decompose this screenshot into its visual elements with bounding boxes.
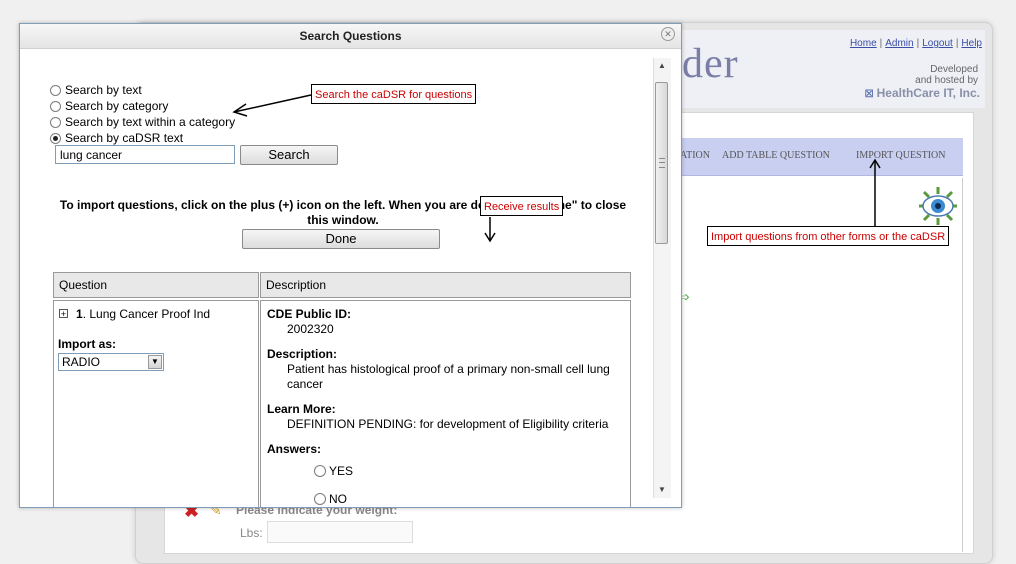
- brand-x-icon: ☒: [864, 89, 874, 100]
- radio-button-icon[interactable]: [50, 116, 61, 128]
- plus-add-icon[interactable]: +: [59, 309, 68, 319]
- nav-item-import-question[interactable]: IMPORT QUESTION: [856, 150, 946, 161]
- chevron-down-icon[interactable]: ▼: [148, 355, 162, 369]
- question-text: Lung Cancer Proof Ind: [89, 307, 211, 321]
- hosted-line-1: Developed: [930, 64, 978, 75]
- nav-item-add-table-question[interactable]: ADD TABLE QUESTION: [722, 150, 830, 161]
- radio-label: Search by caDSR text: [65, 131, 184, 145]
- import-as-value: RADIO: [62, 355, 101, 369]
- scroll-down-icon[interactable]: ▼: [656, 484, 668, 496]
- learn-more-label: Learn More:: [267, 402, 336, 416]
- callout-receive-results: Receive results: [480, 196, 564, 216]
- hosted-by-text: Developed and hosted by: [915, 64, 978, 86]
- nav-item-partial[interactable]: ATION: [680, 150, 710, 161]
- answer-no: NO: [314, 492, 347, 506]
- home-link[interactable]: Home: [850, 38, 877, 49]
- brand-name: HealthCare IT, Inc.: [876, 86, 980, 100]
- import-as-label: Import as:: [58, 337, 117, 351]
- answer-yes: YES: [314, 464, 353, 478]
- done-button[interactable]: Done: [242, 229, 440, 249]
- lbs-input[interactable]: [267, 521, 413, 543]
- app-logo-fragment: der: [682, 41, 739, 87]
- top-links: Home | Admin | Logout | Help: [849, 38, 982, 49]
- radio-button-selected-icon[interactable]: [50, 132, 61, 144]
- answer-label: YES: [329, 464, 354, 478]
- question-label: 1. Lung Cancer Proof Ind: [76, 307, 211, 321]
- dialog-title-bar[interactable]: Search Questions ✕: [20, 24, 681, 49]
- brand-logo: ☒ HealthCare IT, Inc.: [865, 86, 980, 100]
- scroll-up-icon[interactable]: ▲: [656, 60, 668, 72]
- background-nav-bar: ATION ADD TABLE QUESTION IMPORT QUESTION: [680, 138, 963, 176]
- radio-label: Search by text within a category: [65, 115, 236, 129]
- description-label: Description:: [267, 347, 338, 361]
- close-icon[interactable]: ✕: [661, 27, 675, 41]
- scrollbar-thumb[interactable]: [655, 82, 668, 244]
- logout-link[interactable]: Logout: [922, 38, 953, 49]
- dialog-scrollbar[interactable]: ▲ ▼: [653, 58, 671, 498]
- column-header-description: Description: [260, 272, 631, 298]
- question-number: 1: [76, 307, 83, 321]
- answer-radio-icon: [314, 465, 326, 477]
- question-cell: [53, 300, 259, 507]
- answer-radio-icon: [314, 493, 326, 505]
- answer-label: NO: [329, 492, 347, 506]
- column-header-question: Question: [53, 272, 259, 298]
- answers-label: Answers:: [267, 442, 322, 456]
- radio-label: Search by category: [65, 99, 169, 113]
- radio-search-by-text[interactable]: Search by text: [50, 82, 142, 98]
- import-as-select[interactable]: RADIO ▼: [58, 353, 164, 371]
- description-value: Patient has histological proof of a prim…: [287, 362, 610, 391]
- help-link[interactable]: Help: [961, 38, 982, 49]
- lbs-label: Lbs:: [240, 526, 263, 540]
- radio-button-icon[interactable]: [50, 84, 61, 96]
- learn-more-value: DEFINITION PENDING: for development of E…: [287, 417, 609, 431]
- dialog-title: Search Questions: [299, 29, 402, 43]
- dialog-body: Search by text Search by category Search…: [20, 49, 653, 507]
- callout-import-questions: Import questions from other forms or the…: [707, 226, 950, 246]
- cde-id-value: 2002320: [287, 322, 334, 336]
- radio-search-text-within-category[interactable]: Search by text within a category: [50, 114, 235, 130]
- hosted-line-2: and hosted by: [915, 75, 978, 86]
- background-divider: [962, 178, 963, 552]
- eye-preview-icon[interactable]: [918, 186, 958, 226]
- radio-search-by-cadsr-text[interactable]: Search by caDSR text: [50, 130, 183, 146]
- search-button[interactable]: Search: [240, 145, 338, 165]
- radio-button-icon[interactable]: [50, 100, 61, 112]
- cde-id-label: CDE Public ID:: [267, 307, 352, 321]
- callout-search-cadsr: Search the caDSR for questions: [311, 84, 477, 104]
- radio-label: Search by text: [65, 83, 142, 97]
- radio-search-by-category[interactable]: Search by category: [50, 98, 168, 114]
- search-input[interactable]: lung cancer: [55, 145, 235, 164]
- admin-link[interactable]: Admin: [885, 38, 913, 49]
